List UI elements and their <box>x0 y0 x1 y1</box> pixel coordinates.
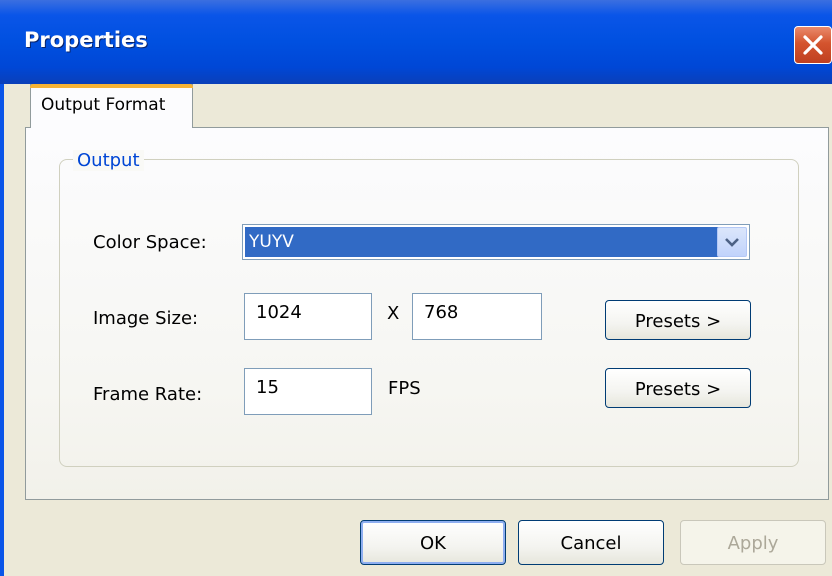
color-space-label: Color Space: <box>93 232 207 253</box>
tab-output-format[interactable]: Output Format <box>30 84 193 128</box>
presets-label: Presets > <box>634 379 722 400</box>
image-width-input[interactable]: 1024 <box>244 293 372 340</box>
close-button[interactable] <box>794 26 832 64</box>
cancel-button[interactable]: Cancel <box>518 520 664 565</box>
ok-button[interactable]: OK <box>360 520 506 565</box>
color-space-value: YUYV <box>245 227 719 257</box>
color-space-dropdown[interactable]: YUYV <box>242 224 750 260</box>
apply-button[interactable]: Apply <box>680 520 826 565</box>
title-bar[interactable]: Properties <box>0 0 832 84</box>
frame-rate-input[interactable]: 15 <box>244 368 372 415</box>
apply-label: Apply <box>727 533 779 554</box>
groupbox-title: Output <box>73 150 144 171</box>
presets-label: Presets > <box>634 311 722 332</box>
dropdown-arrow-button[interactable] <box>717 227 747 257</box>
frame-rate-label: Frame Rate: <box>93 384 203 405</box>
image-size-label: Image Size: <box>93 308 199 329</box>
size-separator: X <box>387 303 400 324</box>
image-height-input[interactable]: 768 <box>412 293 542 340</box>
fps-unit-label: FPS <box>388 378 421 399</box>
frame-rate-presets-button[interactable]: Presets > <box>605 368 751 408</box>
window-title: Properties <box>24 28 148 52</box>
cancel-label: Cancel <box>560 533 622 554</box>
tab-label: Output Format <box>41 95 166 115</box>
window-frame <box>0 84 4 576</box>
image-size-presets-button[interactable]: Presets > <box>605 300 751 340</box>
ok-label: OK <box>420 533 446 554</box>
